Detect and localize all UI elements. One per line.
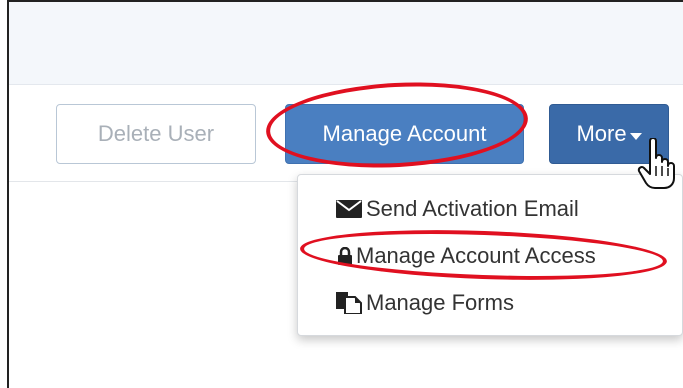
envelope-icon: [336, 200, 362, 218]
delete-user-label: Delete User: [97, 121, 215, 146]
menu-item-manage-forms[interactable]: Manage Forms: [298, 283, 682, 323]
manage-account-button[interactable]: Manage Account: [285, 104, 524, 164]
manage-account-label: Manage Account: [322, 121, 487, 146]
more-dropdown-menu: Send Activation Email Manage Account Acc…: [297, 174, 683, 336]
delete-user-button[interactable]: Delete User: [56, 104, 256, 164]
menu-item-send-activation-email[interactable]: Send Activation Email: [298, 189, 682, 229]
forms-icon: [336, 292, 362, 314]
more-label: More: [576, 121, 627, 146]
top-bar: [9, 2, 683, 85]
hand-cursor-icon: [636, 137, 676, 195]
menu-item-label: Manage Account Access: [356, 243, 596, 268]
menu-item-label: Manage Forms: [366, 290, 514, 315]
menu-item-label: Send Activation Email: [366, 196, 579, 221]
lock-icon: [338, 247, 352, 265]
menu-item-manage-account-access[interactable]: Manage Account Access: [298, 236, 682, 276]
